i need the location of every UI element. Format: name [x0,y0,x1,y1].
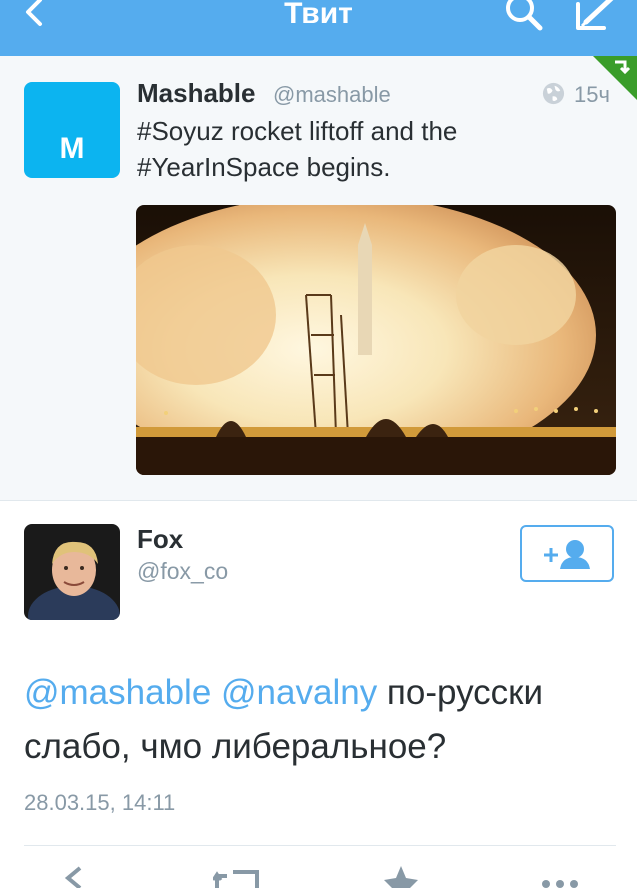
reply-icon[interactable] [60,866,84,888]
divider [24,845,616,846]
quoted-timestamp: 15ч [574,82,610,107]
rocket-launch-image[interactable] [136,205,616,475]
quoted-tweet[interactable]: M Mashable @mashable 15ч #Soyuz rocket l… [0,56,637,501]
favorite-star-icon[interactable] [384,866,418,888]
quoted-author-handle[interactable]: @mashable [273,82,391,108]
follow-button[interactable] [520,525,614,582]
fox-avatar[interactable] [24,524,120,620]
avatar-letter: M [59,132,85,165]
author-name[interactable]: Fox [137,524,183,555]
author-handle[interactable]: @fox_co [137,558,228,585]
rocket-launch-photo-icon [136,205,616,475]
compose-icon[interactable] [570,0,622,38]
mention-link[interactable]: @mashable [24,673,211,712]
search-icon[interactable] [500,0,546,36]
tweet-text-part: слабо, чмо либеральное? [24,727,447,766]
quoted-tweet-text: #Soyuz rocket liftoff and the #YearInSpa… [137,113,607,185]
quoted-text-line: #Soyuz rocket liftoff and the [137,116,458,146]
globe-icon [542,82,565,105]
mashable-avatar[interactable]: M [24,82,120,178]
profile-photo-icon [24,524,120,620]
quoted-author-name[interactable]: Mashable [137,78,256,109]
quoted-text-line: #YearInSpace begins. [137,152,391,182]
retweet-icon[interactable] [213,866,261,888]
mention-link[interactable]: @navalny [221,673,377,712]
tweet-text-part: по-русски [377,673,544,712]
more-icon[interactable] [540,866,580,888]
tweet-text: @mashable @navalny по-русски слабо, чмо … [24,666,624,774]
follow-user-icon [544,540,590,569]
navigation-bar: Твит [0,0,637,56]
tweet-timestamp: 28.03.15, 14:11 [24,790,176,815]
